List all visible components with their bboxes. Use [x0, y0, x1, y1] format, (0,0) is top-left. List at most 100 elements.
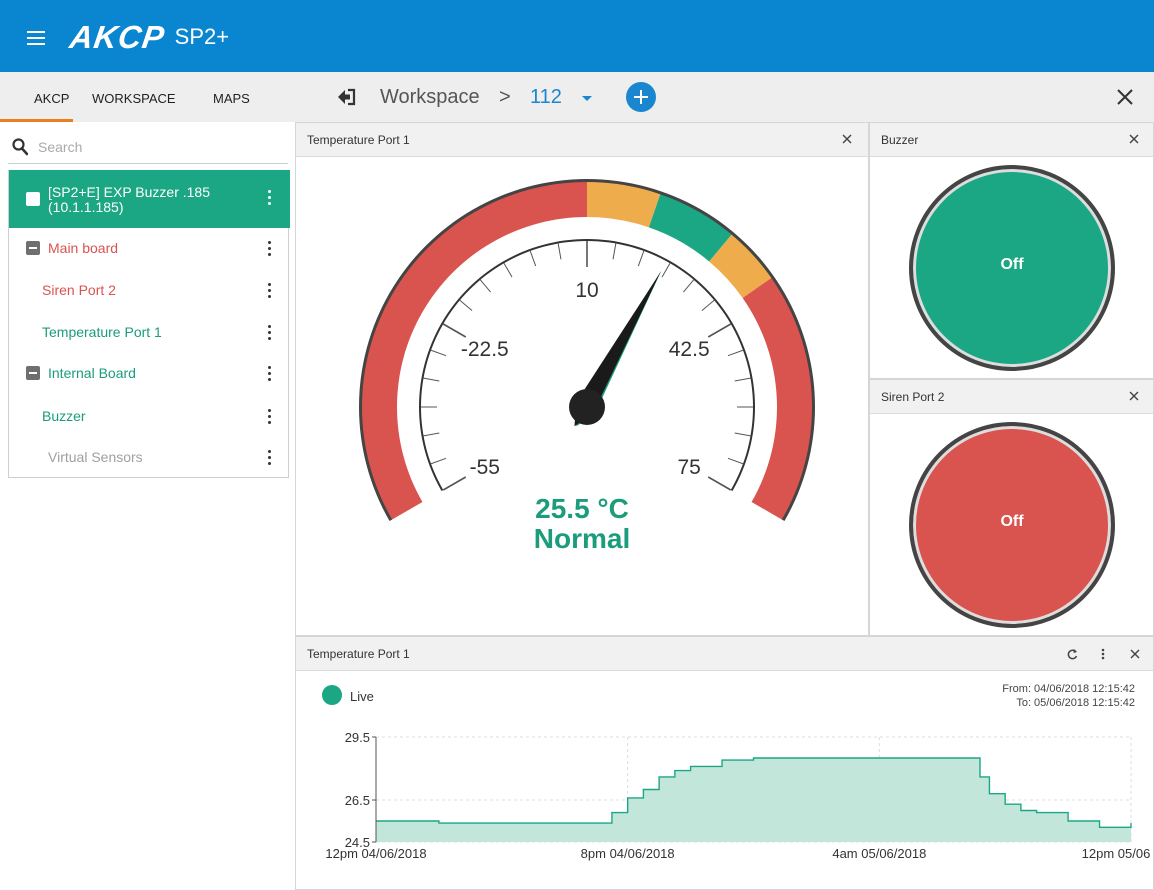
gauge-tick [430, 349, 447, 357]
temperature-chart: 24.526.529.512pm 04/06/2018 8pm 04/06/201… [325, 730, 1151, 861]
buzzer-state-indicator[interactable]: Off [909, 165, 1115, 371]
tree-item-siren-port-2[interactable]: Siren Port 2 [9, 269, 290, 311]
close-icon[interactable] [1116, 88, 1134, 106]
workspace-header: Workspace > 112 [294, 72, 1154, 122]
widget-title: Temperature Port 1 [307, 647, 410, 661]
breadcrumb-workspace[interactable]: Workspace [380, 86, 480, 109]
gauge-tick [479, 279, 491, 293]
x-tick-label: 12pm 04/06/2018 [325, 846, 426, 861]
gauge-tick [503, 262, 513, 278]
more-icon[interactable] [268, 450, 272, 466]
gauge-scale-label: -55 [470, 456, 500, 479]
more-icon[interactable] [268, 190, 272, 206]
gauge-tick [683, 279, 695, 293]
tree-item-internal-board[interactable]: Internal Board [9, 353, 290, 395]
series-area [376, 758, 1131, 842]
widget-header: Buzzer [870, 123, 1153, 157]
gauge-tick [459, 299, 473, 311]
tree-item-label: Buzzer [42, 408, 86, 424]
range-to: To: 05/06/2018 12:15:42 [1016, 697, 1135, 709]
more-icon[interactable] [268, 241, 272, 257]
search-input[interactable] [38, 136, 278, 158]
refresh-icon[interactable] [1066, 647, 1078, 661]
collapse-icon[interactable] [26, 192, 40, 206]
widget-header: Temperature Port 1 [296, 123, 868, 157]
gauge-tick [430, 457, 447, 465]
gauge-value: 25.5 °C [535, 493, 629, 524]
collapse-icon[interactable] [26, 241, 40, 255]
widget-temperature-gauge: Temperature Port 1 -55 -22.5 10 42.5 75 25.5… [295, 122, 869, 636]
top-bar: AKCP SP2+ [0, 0, 1154, 72]
siren-state-indicator[interactable]: Off [909, 422, 1115, 628]
widget-buzzer: Buzzer Off [869, 122, 1154, 379]
y-tick-label: 29.5 [345, 730, 370, 745]
collapse-icon[interactable] [26, 366, 40, 380]
active-tab-indicator [0, 119, 73, 122]
live-label: Live [350, 689, 374, 704]
y-tick-label: 26.5 [345, 793, 370, 808]
tree-item-device[interactable]: [SP2+E] EXP Buzzer .185 (10.1.1.185) [9, 170, 290, 228]
close-icon[interactable] [1130, 649, 1140, 659]
gauge-tick [612, 243, 617, 260]
widget-title: Temperature Port 1 [307, 133, 410, 147]
widget-temperature-graph: Temperature Port 1 Live From: 04/06/2018… [295, 636, 1154, 890]
more-icon[interactable] [268, 409, 272, 425]
gauge-inner-arc [419, 239, 755, 491]
sidebar-tabs: AKCP WORKSPACE MAPS [0, 72, 294, 122]
range-from: From: 04/06/2018 12:15:42 [1002, 683, 1135, 695]
tree-item-buzzer[interactable]: Buzzer [9, 395, 290, 437]
tree-item-main-board[interactable]: Main board [9, 228, 290, 269]
widget-siren: Siren Port 2 Off [869, 379, 1154, 636]
tree-item-temperature-port-1[interactable]: Temperature Port 1 [9, 311, 290, 353]
gauge-tick [442, 476, 467, 491]
siren-state-label: Off [1000, 513, 1024, 530]
x-tick-label: 4am 05/06/2018 [832, 846, 926, 861]
tree-item-virtual-sensors[interactable]: Virtual Sensors [9, 437, 290, 478]
gauge-scale-label: 75 [678, 456, 701, 479]
close-icon[interactable] [1129, 134, 1139, 144]
gauge-scale-label: -22.5 [461, 338, 509, 361]
x-tick-label: 12pm 05/06 [1082, 846, 1151, 861]
hamburger-menu-icon[interactable] [27, 31, 45, 45]
close-icon[interactable] [842, 134, 852, 144]
sidebar: AKCP WORKSPACE MAPS [SP2+E] EXP Buzzer .… [0, 72, 294, 890]
temperature-gauge: -55 -22.5 10 42.5 75 [359, 178, 815, 521]
more-icon[interactable] [268, 366, 272, 382]
tab-akcp[interactable]: AKCP [34, 91, 69, 106]
more-icon[interactable] [268, 283, 272, 299]
tab-workspace[interactable]: WORKSPACE [92, 91, 176, 106]
app-root: AKCP SP2+ AKCP WORKSPACE MAPS [SP2+E] EX… [0, 0, 1154, 890]
widget-title: Buzzer [881, 133, 919, 147]
gauge-tick [637, 250, 645, 267]
tab-maps[interactable]: MAPS [213, 91, 250, 106]
tree-item-ip: (10.1.1.185) [48, 199, 124, 215]
chevron-down-icon[interactable] [582, 96, 592, 101]
tree-item-label: Main board [48, 240, 119, 256]
tree-item-label: Siren Port 2 [42, 282, 116, 298]
buzzer-state-label: Off [1000, 256, 1024, 273]
more-icon[interactable] [1097, 647, 1109, 661]
tree-item-label: Temperature Port 1 [42, 324, 162, 340]
x-tick-label: 8pm 04/06/2018 [581, 846, 675, 861]
exit-workspace-icon[interactable] [336, 87, 356, 107]
search-icon [12, 138, 28, 156]
more-icon[interactable] [268, 325, 272, 341]
gauge-scale-label: 10 [575, 279, 598, 302]
gauge-tick [661, 262, 671, 278]
close-icon[interactable] [1129, 391, 1139, 401]
gauge-hub [569, 389, 605, 425]
workspace-selector[interactable]: 112 [530, 86, 562, 109]
gauge-tick [734, 377, 751, 382]
gauge-tick [442, 323, 467, 338]
gauge-tick [727, 349, 744, 357]
search-box [8, 130, 288, 164]
tree-item-label: Virtual Sensors [48, 449, 143, 465]
live-indicator-icon[interactable] [322, 685, 342, 705]
breadcrumb-separator: > [499, 86, 511, 108]
logo: AKCP SP2+ [68, 19, 230, 55]
gauge-tick [557, 243, 562, 260]
gauge-scale-label: 42.5 [669, 338, 710, 361]
add-widget-button[interactable] [626, 82, 656, 112]
widget-header: Temperature Port 1 [296, 637, 1153, 671]
gauge-tick [707, 476, 732, 491]
